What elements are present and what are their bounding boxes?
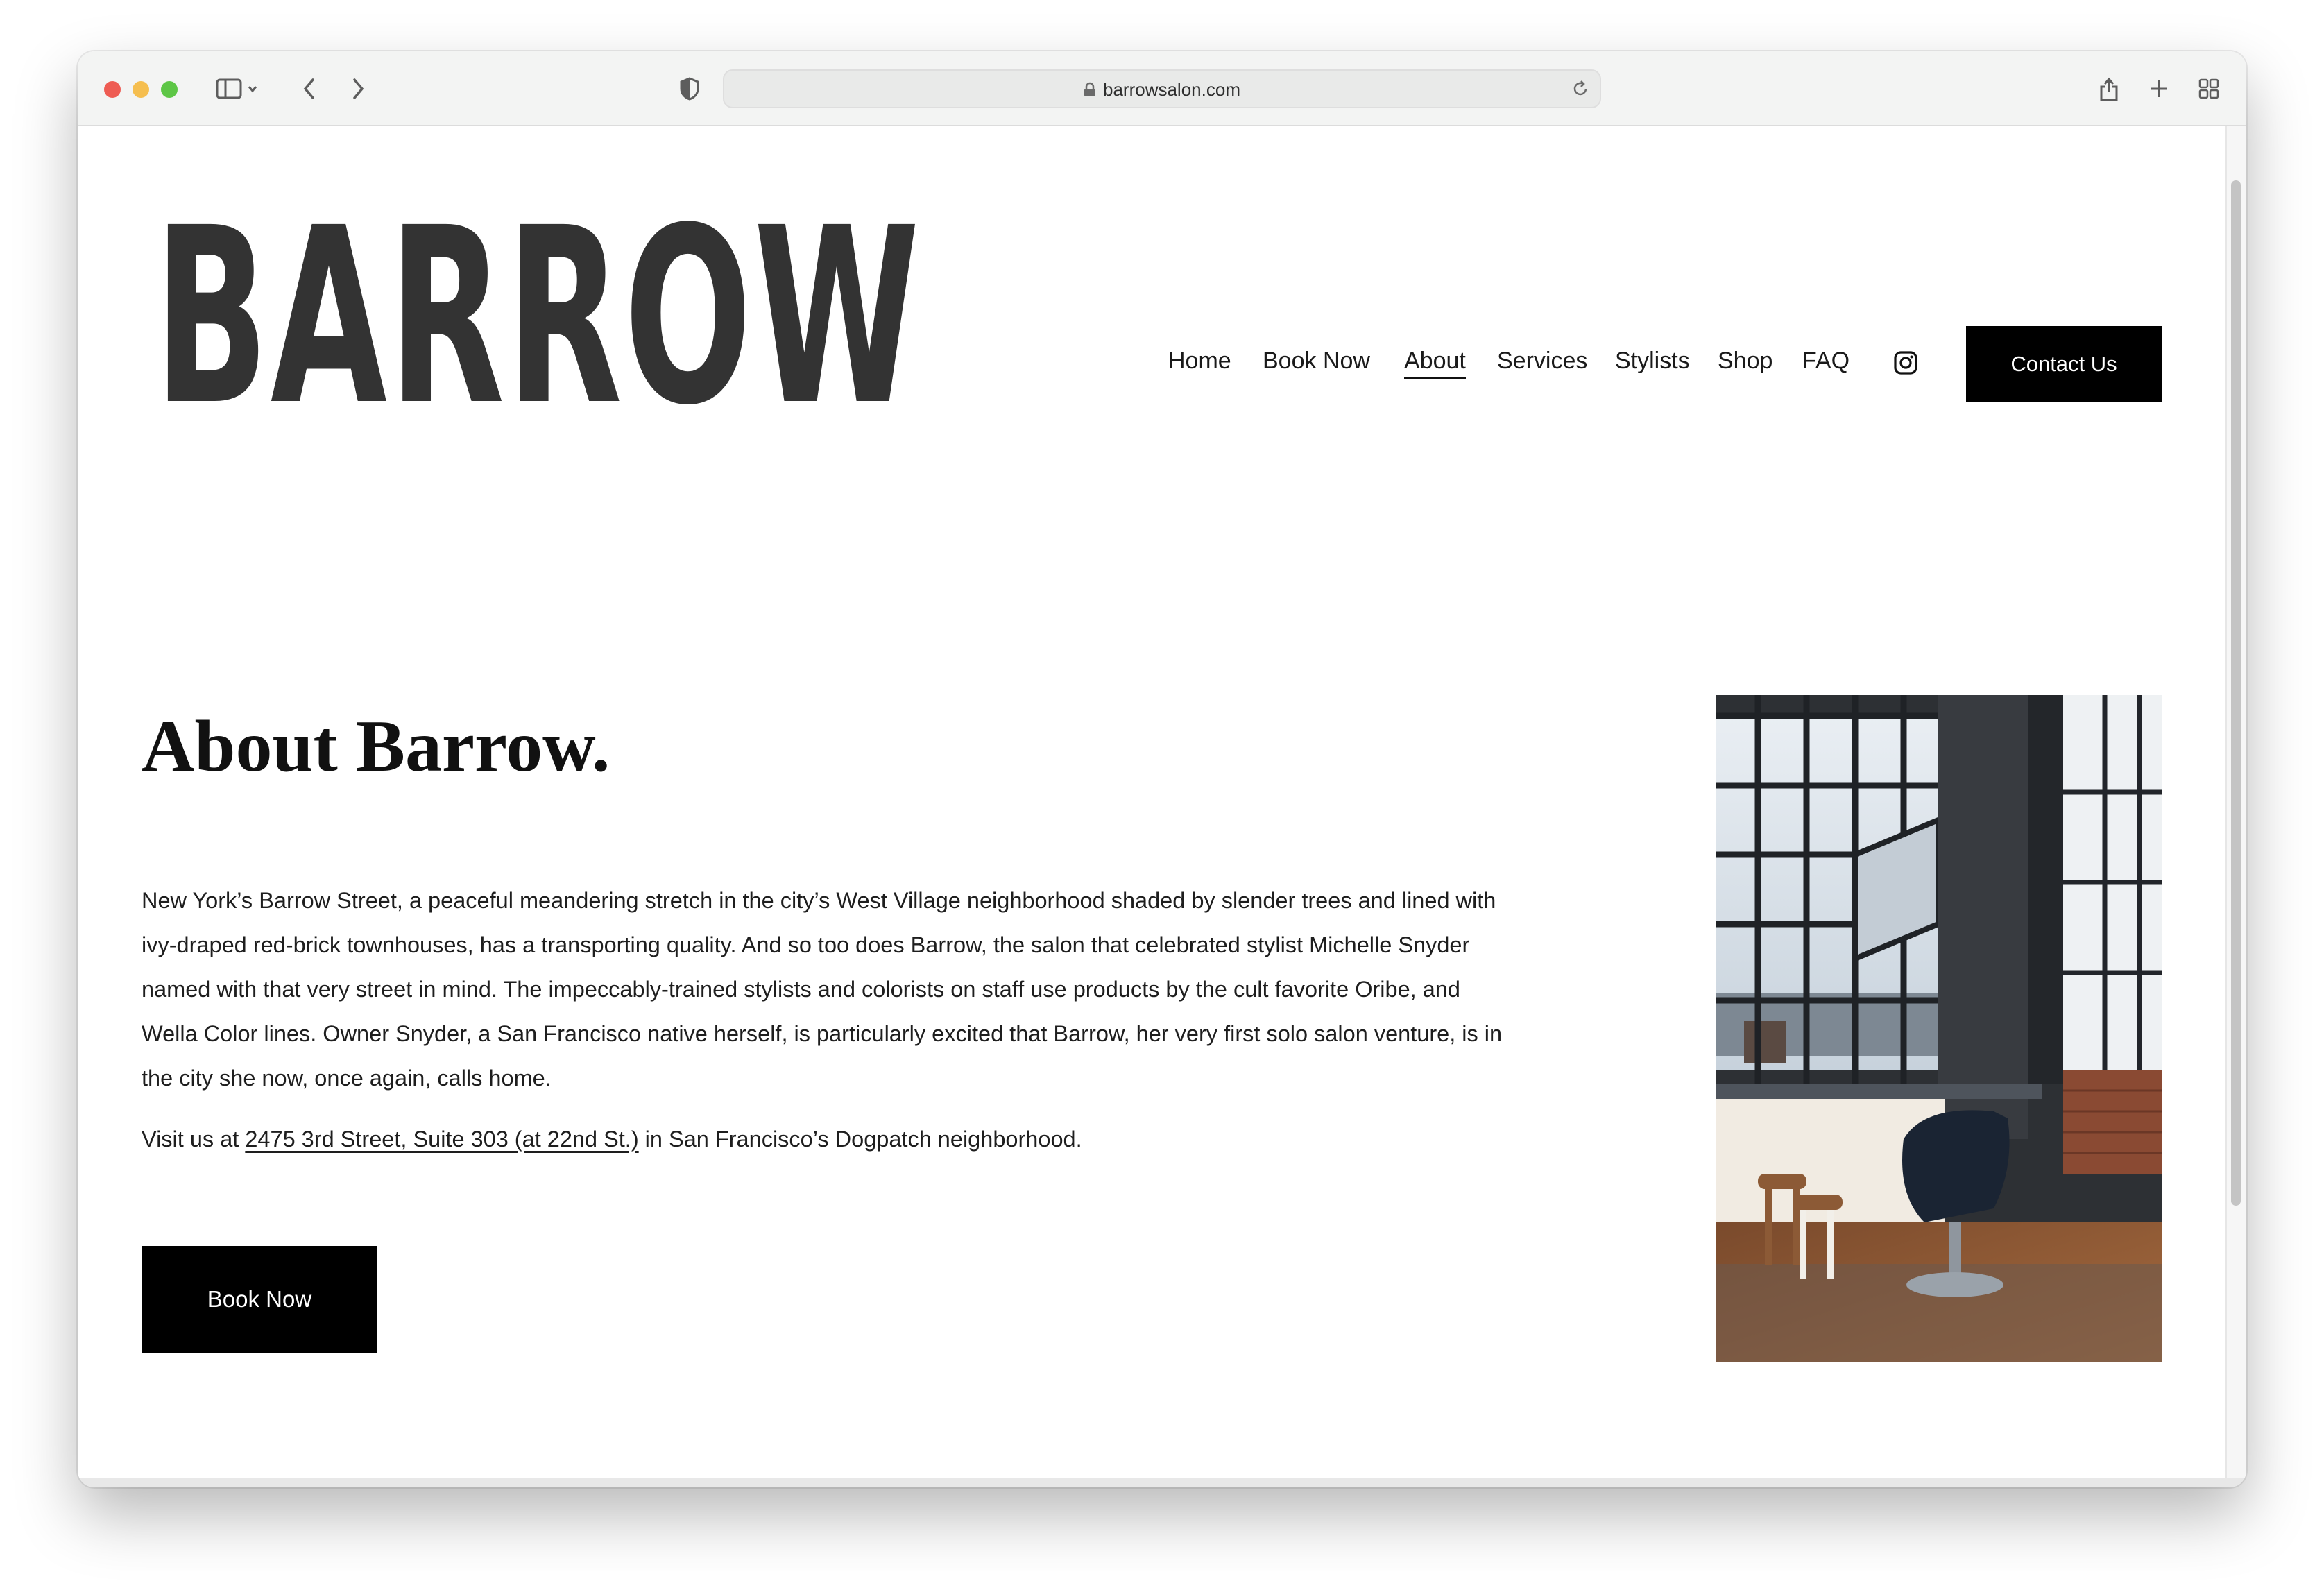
nav-stylists[interactable]: Stylists <box>1615 347 1690 375</box>
book-now-button[interactable]: Book Now <box>142 1246 377 1353</box>
scrollbar[interactable] <box>2225 126 2246 1487</box>
site-logo[interactable]: BARROW <box>154 196 921 438</box>
visit-line: Visit us at 2475 3rd Street, Suite 303 (… <box>142 1117 1082 1161</box>
reload-icon[interactable] <box>1571 79 1590 102</box>
minimize-window-button[interactable] <box>133 81 149 98</box>
browser-toolbar: barrowsalon.com <box>78 51 2246 126</box>
window-bottom-edge <box>78 1478 2246 1487</box>
new-tab-icon[interactable] <box>2145 72 2173 105</box>
scrollbar-thumb[interactable] <box>2231 180 2241 1206</box>
instagram-icon[interactable] <box>1894 351 1917 375</box>
about-paragraph: New York’s Barrow Street, a peaceful mea… <box>142 888 1503 1091</box>
address-link[interactable]: 2475 3rd Street, Suite 303 (at 22nd St.) <box>245 1127 638 1152</box>
share-icon[interactable] <box>2095 72 2123 105</box>
nav-services[interactable]: Services <box>1497 347 1587 375</box>
nav-about[interactable]: About <box>1404 347 1466 379</box>
zoom-window-button[interactable] <box>161 81 178 98</box>
lock-icon <box>1084 72 1096 110</box>
url-text: barrowsalon.com <box>1103 79 1240 100</box>
nav-faq[interactable]: FAQ <box>1802 347 1849 375</box>
contact-us-button[interactable]: Contact Us <box>1966 326 2162 402</box>
privacy-shield-icon[interactable] <box>676 72 703 105</box>
salon-interior-photo <box>1716 695 2162 1362</box>
nav-home[interactable]: Home <box>1168 347 1231 375</box>
close-window-button[interactable] <box>104 81 121 98</box>
page-viewport: BARROW Home Book Now About Services Styl… <box>78 126 2225 1479</box>
visit-prefix: Visit us at <box>142 1127 246 1152</box>
nav-shop[interactable]: Shop <box>1718 347 1772 375</box>
forward-icon[interactable] <box>345 72 370 105</box>
address-bar[interactable]: barrowsalon.com <box>723 69 1601 108</box>
sidebar-toggle-icon[interactable] <box>213 72 262 105</box>
page-title: About Barrow. <box>142 706 610 787</box>
back-icon[interactable] <box>297 72 322 105</box>
visit-suffix: in San Francisco’s Dogpatch neighborhood… <box>638 1127 1082 1152</box>
nav-book-now[interactable]: Book Now <box>1263 347 1370 375</box>
tab-overview-icon[interactable] <box>2195 72 2223 105</box>
browser-window: barrowsalon.com BARROW Home Book Now Abo… <box>78 51 2246 1487</box>
